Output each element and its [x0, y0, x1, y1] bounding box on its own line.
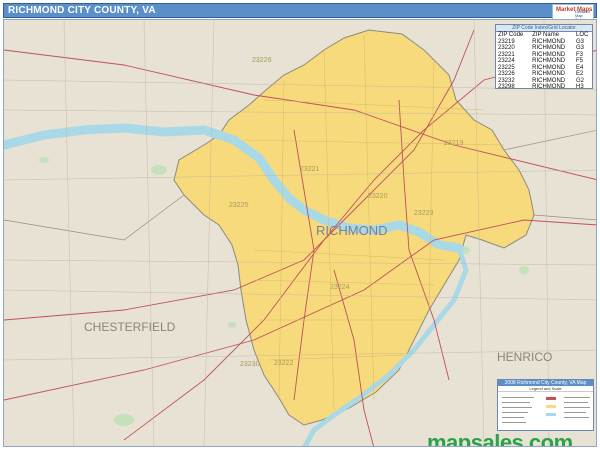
legend-line — [502, 412, 528, 413]
table-row: 23224 RICHMOND F5 — [496, 58, 592, 65]
legend-swatch — [546, 397, 556, 400]
table-row: 23220 RICHMOND G3 — [496, 45, 592, 52]
legend-line — [564, 402, 588, 403]
zip-label: 23224 — [330, 284, 350, 291]
zip-index-title: ZIP Code Index/Grid Locator — [496, 25, 592, 32]
zip-label: 23226 — [252, 57, 272, 64]
zip-label: 23222 — [274, 360, 294, 367]
zip-index-table: ZIP Code Index/Grid Locator ZIP Code ZIP… — [495, 24, 593, 91]
legend-line — [564, 417, 589, 418]
site-name: mapsales — [427, 430, 524, 447]
zip-label: 23221 — [300, 166, 320, 173]
county-label-chesterfield: CHESTERFIELD — [84, 320, 176, 334]
legend-swatch — [546, 413, 556, 416]
county-label-henrico: HENRICO — [497, 350, 553, 364]
zip-label: 23225 — [229, 202, 249, 209]
table-row: 23298 RICHMOND H3 — [496, 84, 592, 91]
zip-loc-cell: H3 — [576, 84, 584, 90]
zip-cell: 23298 — [498, 84, 515, 90]
site-url[interactable]: mapsales.com — [427, 430, 573, 447]
zip-label: 23223 — [414, 210, 434, 217]
legend-box: 2008 Richmond City County, VA Map Legend… — [497, 379, 594, 431]
legend-swatch — [546, 405, 556, 408]
zip-label: 23219 — [444, 140, 464, 147]
city-label: RICHMOND — [316, 223, 388, 238]
legend-subtitle: Legend and Scale — [498, 386, 593, 392]
table-row: 23226 RICHMOND E2 — [496, 71, 592, 78]
legend-line — [564, 397, 590, 398]
zip-name-cell: RICHMOND — [532, 84, 566, 90]
title-bar: RICHMOND CITY COUNTY, VA Market Maps Det… — [3, 3, 597, 23]
legend-line — [564, 407, 590, 408]
legend-line — [502, 407, 532, 408]
legend-line — [502, 397, 534, 398]
legend-line — [564, 412, 586, 413]
zip-index-header-row: ZIP Code ZIP Name LOC — [496, 32, 592, 39]
zip-label: 23230 — [240, 361, 260, 368]
map-title: RICHMOND CITY COUNTY, VA — [8, 5, 156, 16]
legend-line — [502, 422, 526, 423]
site-tld: .com — [523, 430, 573, 447]
zip-index-grid: ZIP Code ZIP Name LOC 23219 RICHMOND G3 … — [496, 32, 592, 91]
map-frame[interactable]: CHESTERFIELD HENRICO RICHMOND 23226 2322… — [3, 19, 597, 447]
zip-label: 23220 — [368, 193, 388, 200]
legend-line — [502, 402, 530, 403]
legend-line — [502, 417, 524, 418]
